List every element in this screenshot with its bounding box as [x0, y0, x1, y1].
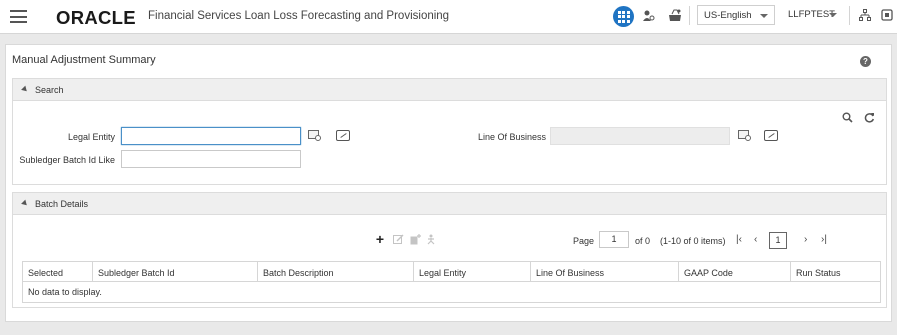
- empty-table-message: No data to display.: [28, 287, 102, 297]
- subledger-batch-label: Subledger Batch Id Like: [19, 155, 115, 165]
- items-range: (1-10 of 0 items): [660, 236, 726, 246]
- current-page-indicator: 1: [769, 232, 787, 249]
- chevron-down-icon: [829, 13, 837, 17]
- legal-entity-label: Legal Entity: [67, 132, 115, 142]
- line-of-business-label: Line Of Business: [477, 132, 546, 142]
- previous-page-icon[interactable]: ‹: [754, 234, 757, 245]
- column-header[interactable]: GAAP Code: [679, 262, 791, 282]
- column-header[interactable]: Batch Description: [258, 262, 414, 282]
- collapse-icon: [21, 85, 29, 94]
- table-header: Selected Subledger Batch Id Batch Descri…: [23, 262, 880, 282]
- help-icon[interactable]: ?: [860, 56, 871, 67]
- refresh-icon[interactable]: [862, 112, 876, 124]
- main-panel: Manual Adjustment Summary ? Search Legal…: [5, 44, 892, 322]
- column-header[interactable]: Run Status: [791, 262, 880, 282]
- search-icon[interactable]: [840, 112, 854, 124]
- user-name: LLFPTEST: [788, 9, 835, 20]
- batch-details-title: Batch Details: [35, 199, 89, 209]
- plus-icon[interactable]: +: [373, 232, 387, 246]
- user-admin-icon[interactable]: [641, 9, 656, 24]
- last-page-icon[interactable]: ›|: [821, 234, 827, 245]
- app-header: ORACLE Financial Services Loan Loss Fore…: [0, 0, 897, 34]
- page-count: of 0: [635, 236, 651, 246]
- page-label: Page: [573, 236, 595, 246]
- edit-field-icon[interactable]: [764, 130, 778, 141]
- search-section: Search Legal Entity Line Of Business Sub…: [12, 78, 887, 185]
- edit-field-icon[interactable]: [336, 130, 350, 141]
- lookup-icon[interactable]: [308, 130, 321, 141]
- column-header[interactable]: Subledger Batch Id: [93, 262, 258, 282]
- oracle-logo: ORACLE: [56, 7, 136, 28]
- batch-details-header[interactable]: Batch Details: [13, 193, 886, 215]
- search-section-title: Search: [35, 85, 64, 95]
- batch-table: Selected Subledger Batch Id Batch Descri…: [22, 261, 881, 303]
- subledger-batch-input[interactable]: [121, 150, 301, 168]
- inbox-icon[interactable]: [667, 9, 682, 24]
- chevron-down-icon: [760, 14, 768, 18]
- page-number-input[interactable]: 1: [599, 231, 629, 248]
- column-header[interactable]: Selected: [23, 262, 93, 282]
- collapse-icon: [21, 199, 29, 208]
- column-header[interactable]: Legal Entity: [414, 262, 531, 282]
- app-title: Financial Services Loan Loss Forecasting…: [148, 10, 450, 22]
- header-divider: [689, 6, 690, 25]
- next-page-icon[interactable]: ›: [804, 234, 807, 245]
- run-icon[interactable]: [424, 234, 438, 246]
- line-of-business-input[interactable]: [550, 127, 730, 145]
- search-section-header[interactable]: Search: [13, 79, 886, 101]
- logout-icon[interactable]: [879, 9, 894, 24]
- applications-grid-icon[interactable]: [613, 6, 634, 27]
- copy-icon[interactable]: [408, 234, 422, 246]
- language-select[interactable]: US-English: [697, 5, 775, 25]
- page-title: Manual Adjustment Summary: [12, 54, 156, 66]
- header-divider: [849, 6, 850, 25]
- first-page-icon[interactable]: |‹: [736, 234, 742, 245]
- user-menu[interactable]: LLFPTEST: [782, 6, 839, 25]
- language-value: US-English: [704, 10, 752, 21]
- edit-icon[interactable]: [391, 234, 405, 246]
- column-header[interactable]: Line Of Business: [531, 262, 679, 282]
- batch-details-section: Batch Details + Page 1 of 0 (1-10 of 0 i…: [12, 192, 887, 308]
- hamburger-menu-icon[interactable]: [10, 10, 27, 23]
- legal-entity-input[interactable]: [121, 127, 301, 145]
- hierarchy-icon[interactable]: [857, 9, 872, 24]
- lookup-icon[interactable]: [738, 130, 751, 141]
